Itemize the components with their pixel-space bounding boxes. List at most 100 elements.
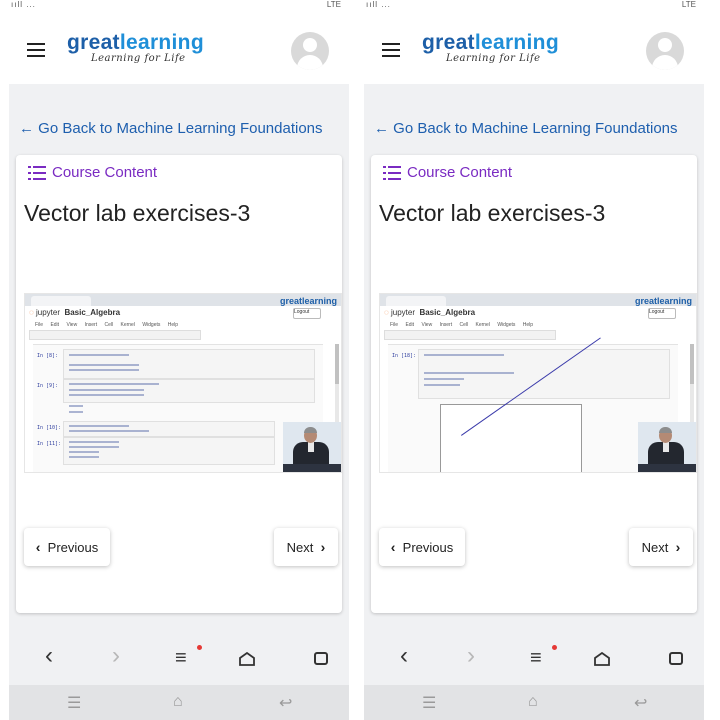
code-line	[69, 364, 139, 366]
code-line	[69, 354, 129, 356]
signal-indicator: ııll ...	[11, 0, 36, 9]
notification-dot	[552, 645, 557, 650]
back-to-course-link[interactable]: ← Go Back to Machine Learning Foundation…	[19, 120, 323, 137]
code-cell	[63, 421, 275, 437]
video-plot-output	[440, 337, 601, 472]
system-back-icon[interactable]: ↩	[634, 693, 647, 713]
code-line	[69, 411, 83, 413]
next-label: Next	[286, 539, 314, 555]
previous-label: Previous	[402, 539, 454, 555]
video-toolbar	[29, 330, 201, 340]
presenter-video-thumbnail	[638, 422, 696, 472]
system-home-icon[interactable]: ⌂	[528, 693, 538, 711]
list-icon	[383, 165, 401, 180]
phone-screen-left: ııll ... LTE greatlearning Learning for …	[9, 0, 349, 720]
course-content-link[interactable]: Course Content	[383, 164, 512, 181]
video-notebook-name: Basic_Algebra	[419, 308, 476, 317]
back-icon[interactable]: ‹	[45, 644, 53, 668]
code-line	[69, 451, 99, 453]
back-to-course-link[interactable]: ← Go Back to Machine Learning Foundation…	[374, 120, 678, 137]
video-site-logo: greatlearning	[279, 296, 337, 306]
hamburger-menu-icon[interactable]	[27, 43, 45, 57]
video-toolbar	[384, 330, 556, 340]
next-button[interactable]: Next ›	[274, 528, 338, 566]
previous-button[interactable]: ‹ Previous	[24, 528, 110, 566]
system-nav-bar: ☰ ⌂ ↩	[9, 685, 349, 720]
video-menu-bar: File Edit View Insert Cell Kernel Widget…	[390, 322, 534, 328]
signal-indicator: ııll ...	[366, 0, 391, 9]
video-jupyter-label: jupyter	[35, 308, 60, 317]
code-line	[69, 425, 129, 427]
lesson-title: Vector lab exercises-3	[379, 200, 606, 226]
code-line	[69, 369, 139, 371]
chevron-right-icon: ›	[320, 539, 326, 555]
video-logout-label: Logout	[294, 309, 310, 315]
chevron-left-icon: ‹	[390, 539, 396, 555]
previous-button[interactable]: ‹ Previous	[379, 528, 465, 566]
forward-icon[interactable]: ›	[112, 644, 120, 668]
lesson-video-player[interactable]: greatlearning ◌ jupyter Basic_Algebra Lo…	[379, 293, 697, 473]
mask-icon[interactable]	[314, 652, 328, 665]
lesson-card: Course Content Vector lab exercises-3 gr…	[16, 155, 342, 613]
video-jupyter-title: ◌ jupyter Basic_Algebra	[29, 308, 121, 317]
app-header: greatlearning Learning for Life	[364, 14, 704, 84]
system-home-icon[interactable]: ⌂	[173, 693, 183, 711]
recents-icon[interactable]: ☰	[422, 693, 436, 713]
video-jupyter-label: jupyter	[390, 308, 415, 317]
system-nav-bar: ☰ ⌂ ↩	[364, 685, 704, 720]
code-line	[69, 394, 144, 396]
notification-dot	[197, 645, 202, 650]
previous-label: Previous	[47, 539, 99, 555]
cell-prompt: In [10]:	[37, 425, 62, 431]
chevron-left-icon: ‹	[35, 539, 41, 555]
code-line	[424, 378, 464, 380]
mask-icon[interactable]	[669, 652, 683, 665]
code-line	[69, 456, 99, 458]
logo-word-learning: learning	[474, 31, 559, 54]
system-back-icon[interactable]: ↩	[279, 693, 292, 713]
code-line	[69, 389, 144, 391]
menu-icon[interactable]: ≡	[175, 648, 187, 668]
course-content-label: Course Content	[407, 164, 513, 181]
hamburger-menu-icon[interactable]	[382, 43, 400, 57]
code-line	[69, 430, 149, 432]
logo-word-great: great	[67, 31, 120, 54]
list-icon	[28, 165, 46, 180]
video-site-logo: greatlearning	[634, 296, 692, 306]
lesson-card: Course Content Vector lab exercises-3 gr…	[371, 155, 697, 613]
browser-bottom-nav: ‹ › ≡	[364, 630, 704, 685]
forward-icon[interactable]: ›	[467, 644, 475, 668]
recents-icon[interactable]: ☰	[67, 693, 81, 713]
greatlearning-logo[interactable]: greatlearning Learning for Life	[67, 31, 204, 65]
browser-bottom-nav: ‹ › ≡	[9, 630, 349, 685]
cell-prompt: In [18]:	[392, 353, 417, 359]
phone-screen-right: ııll ... LTE greatlearning Learning for …	[364, 0, 704, 720]
profile-avatar-icon[interactable]	[291, 32, 329, 70]
menu-icon[interactable]: ≡	[530, 648, 542, 668]
video-logout-button: Logout	[293, 308, 321, 319]
network-indicator: LTE	[681, 0, 696, 9]
home-icon[interactable]	[594, 652, 610, 666]
cell-prompt: In [11]:	[37, 441, 62, 447]
next-button[interactable]: Next ›	[629, 528, 693, 566]
code-line	[424, 372, 514, 374]
app-header: greatlearning Learning for Life	[9, 14, 349, 84]
code-cell	[418, 349, 670, 399]
video-jupyter-title: ◌ jupyter Basic_Algebra	[384, 308, 476, 317]
cell-prompt: In [8]:	[37, 353, 59, 359]
logo-tagline: Learning for Life	[446, 53, 541, 64]
course-content-link[interactable]: Course Content	[28, 164, 157, 181]
code-line	[69, 405, 83, 407]
lesson-video-player[interactable]: greatlearning ◌ jupyter Basic_Algebra Lo…	[24, 293, 342, 473]
profile-avatar-icon[interactable]	[646, 32, 684, 70]
code-line	[69, 446, 119, 448]
home-icon[interactable]	[239, 652, 255, 666]
lesson-title: Vector lab exercises-3	[24, 200, 251, 226]
back-icon[interactable]: ‹	[400, 644, 408, 668]
logo-word-learning: learning	[119, 31, 204, 54]
logo-word-great: great	[422, 31, 475, 54]
greatlearning-logo[interactable]: greatlearning Learning for Life	[422, 31, 559, 65]
code-line	[424, 354, 504, 356]
cell-prompt: In [9]:	[37, 383, 59, 389]
chevron-right-icon: ›	[675, 539, 681, 555]
